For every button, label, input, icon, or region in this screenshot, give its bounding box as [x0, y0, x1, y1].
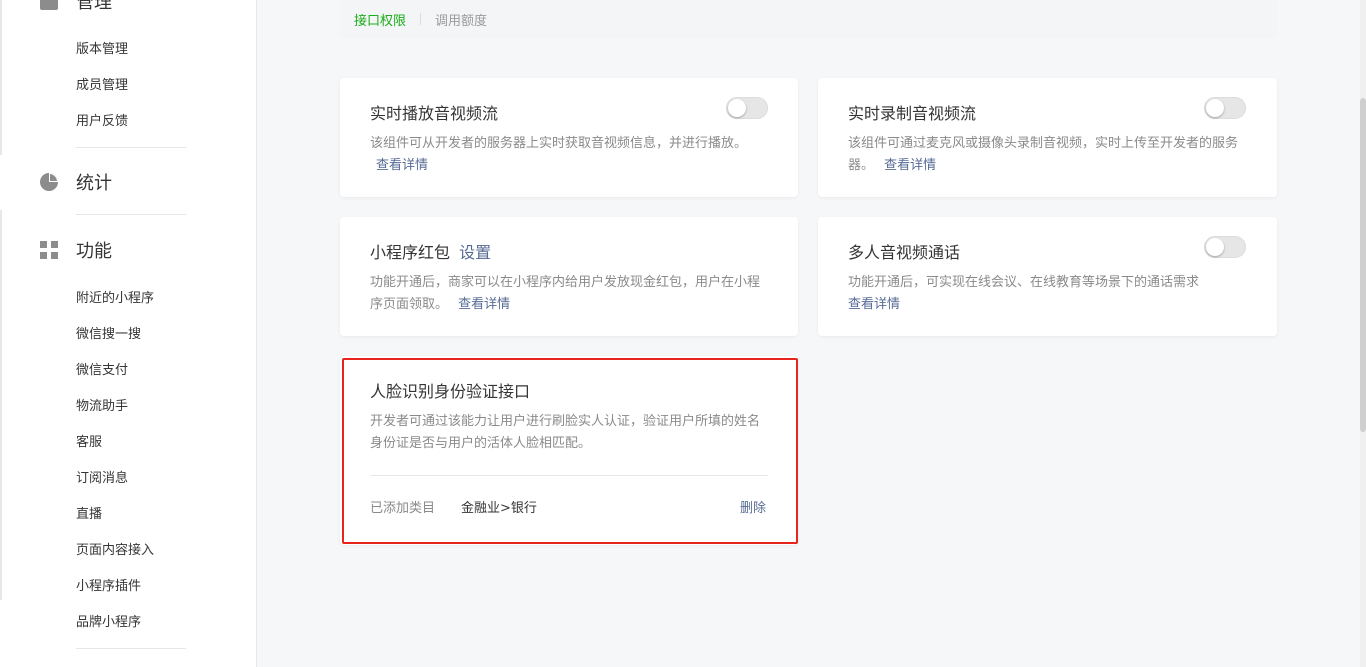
toggle-knob: [728, 99, 746, 117]
toggle-knob: [1206, 99, 1224, 117]
card-description: 开发者可通过该能力让用户进行刷脸实人认证，验证用户所填的姓名身份证是否与用户的活…: [370, 414, 761, 451]
scroll-thumb[interactable]: [1360, 98, 1366, 432]
section-manage-label: 管理: [76, 0, 112, 13]
divider: [76, 648, 186, 649]
sidebar-item-content-access[interactable]: 页面内容接入: [76, 542, 154, 560]
pie-chart-icon: [38, 171, 60, 193]
view-details-link[interactable]: 查看详情: [458, 297, 510, 312]
four-squares-icon: [38, 239, 60, 261]
view-details-link[interactable]: 查看详情: [848, 297, 900, 312]
sidebar-item-logistics[interactable]: 物流助手: [76, 398, 128, 416]
view-details-link[interactable]: 查看详情: [884, 158, 936, 173]
tab-separator: [420, 13, 422, 25]
card-description: 该组件可通过麦克风或摄像头录制音视频，实时上传至开发者的服务器。 查看详情: [848, 133, 1248, 177]
sidebar-edge: [0, 0, 2, 155]
divider: [76, 214, 186, 215]
section-stats[interactable]: 统计: [38, 167, 112, 197]
sidebar-item-customer-service[interactable]: 客服: [76, 434, 102, 452]
sidebar-item-wechat-search[interactable]: 微信搜一搜: [76, 326, 141, 344]
card-live-play: 实时播放音视频流 该组件可从开发者的服务器上实时获取音视频信息，并进行播放。 查…: [340, 78, 798, 197]
sidebar-item-wechat-pay[interactable]: 微信支付: [76, 362, 128, 380]
sidebar-item-brand[interactable]: 品牌小程序: [76, 614, 141, 632]
sidebar-item-members[interactable]: 成员管理: [76, 77, 128, 95]
category-label: 已添加类目: [370, 501, 436, 516]
live-record-toggle[interactable]: [1204, 97, 1246, 119]
card-live-record: 实时录制音视频流 该组件可通过麦克风或摄像头录制音视频，实时上传至开发者的服务器…: [818, 78, 1277, 197]
category-value: 金融业>银行: [461, 501, 537, 516]
sidebar-edge: [0, 210, 2, 600]
tab-bar: 接口权限 调用额度: [340, 0, 1277, 38]
sidebar-item-subscribe-msg[interactable]: 订阅消息: [76, 470, 128, 488]
tab-call-quota[interactable]: 调用额度: [435, 10, 487, 29]
card-description: 该组件可从开发者的服务器上实时获取音视频信息，并进行播放。 查看详情: [370, 133, 770, 177]
section-stats-label: 统计: [76, 173, 112, 194]
sidebar-item-plugins[interactable]: 小程序插件: [76, 578, 141, 596]
sidebar-item-nearby[interactable]: 附近的小程序: [76, 290, 154, 308]
divider: [370, 475, 768, 476]
card-red-packet: 小程序红包 设置 功能开通后，商家可以在小程序内给用户发放现金红包，用户在小程序…: [340, 217, 798, 336]
section-functions[interactable]: 功能: [38, 235, 112, 265]
view-details-link[interactable]: 查看详情: [376, 158, 428, 173]
settings-link[interactable]: 设置: [459, 243, 491, 262]
description-text: 功能开通后，可实现在线会议、在线教育等场景下的通话需求: [848, 275, 1200, 290]
description-text: 功能开通后，商家可以在小程序内给用户发放现金红包，用户在小程序页面领取。: [370, 275, 761, 312]
scrollbar[interactable]: [1360, 0, 1366, 667]
sidebar-item-feedback[interactable]: 用户反馈: [76, 113, 128, 131]
card-title: 多人音视频通话: [848, 243, 961, 262]
card-title: 实时录制音视频流: [848, 104, 977, 123]
card-title: 人脸识别身份验证接口: [370, 382, 531, 401]
card-title: 实时播放音视频流: [370, 104, 499, 123]
delete-button[interactable]: 删除: [740, 497, 766, 516]
grid-box-icon: [38, 0, 60, 12]
sidebar-item-version[interactable]: 版本管理: [76, 41, 128, 59]
card-title-row: 小程序红包 设置: [370, 239, 491, 263]
multi-call-toggle[interactable]: [1204, 236, 1246, 258]
card-description: 功能开通后，可实现在线会议、在线教育等场景下的通话需求 查看详情: [848, 272, 1248, 316]
divider: [76, 147, 186, 148]
card-face-id: 人脸识别身份验证接口 开发者可通过该能力让用户进行刷脸实人认证，验证用户所填的姓…: [340, 356, 798, 545]
sidebar-item-live[interactable]: 直播: [76, 506, 102, 524]
toggle-knob: [1206, 238, 1224, 256]
description-text: 该组件可从开发者的服务器上实时获取音视频信息，并进行播放。: [370, 136, 748, 151]
sidebar: 管理 版本管理 成员管理 用户反馈 统计 功能 附近的小程序 微信搜一搜 微信支…: [0, 0, 257, 667]
card-description: 功能开通后，商家可以在小程序内给用户发放现金红包，用户在小程序页面领取。 查看详…: [370, 272, 770, 316]
card-title: 小程序红包: [370, 243, 451, 262]
tab-api-permissions[interactable]: 接口权限: [354, 10, 406, 29]
card-multi-call: 多人音视频通话 功能开通后，可实现在线会议、在线教育等场景下的通话需求 查看详情: [818, 217, 1277, 336]
section-functions-label: 功能: [76, 241, 112, 262]
live-play-toggle[interactable]: [726, 97, 768, 119]
section-manage[interactable]: 管理: [38, 0, 112, 16]
